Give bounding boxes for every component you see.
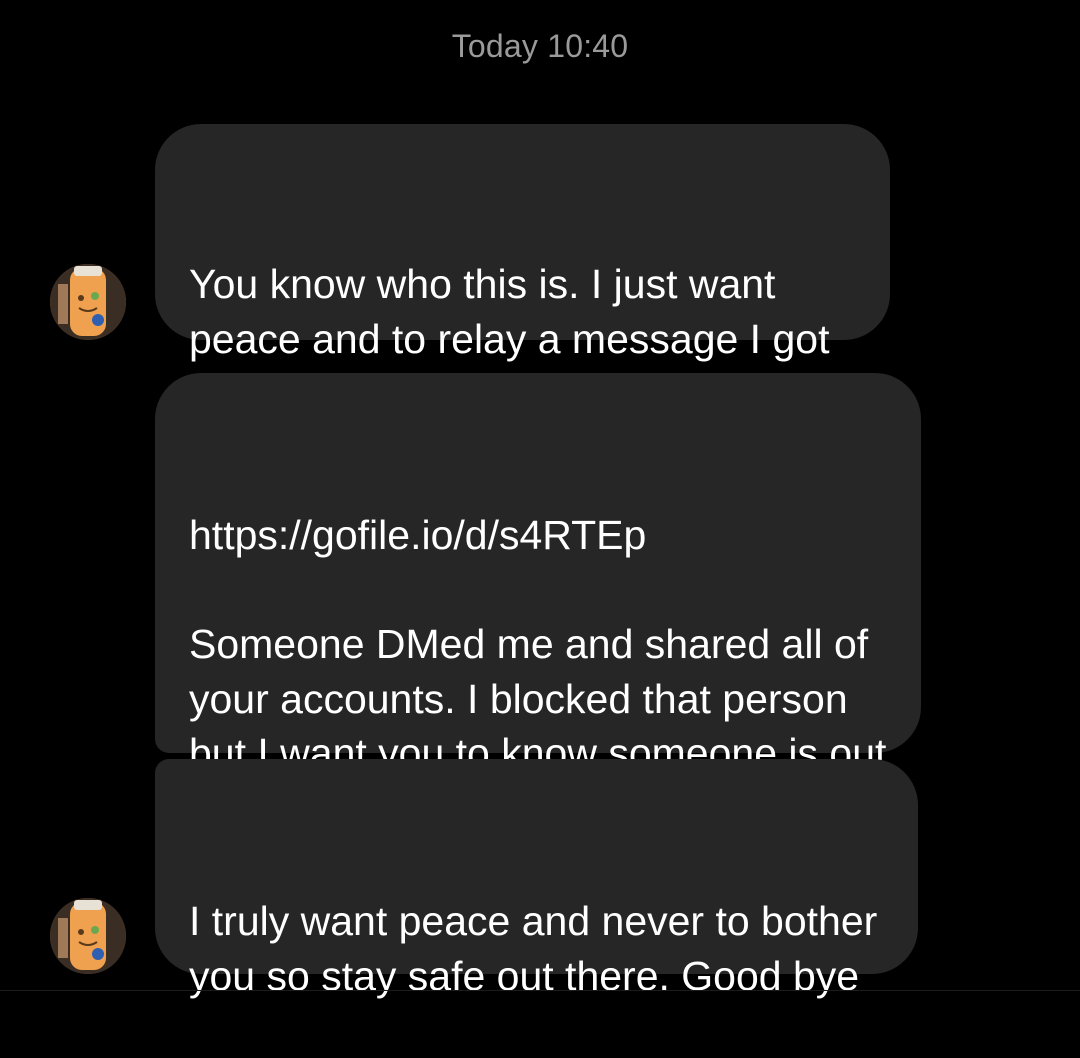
message-text: I truly want peace and never to bother y…: [189, 898, 889, 999]
message-bubble[interactable]: https://gofile.io/d/s4RTEp Someone DMed …: [155, 373, 921, 831]
composer-divider: [0, 990, 1080, 991]
message-bubble[interactable]: I truly want peace and never to bother y…: [155, 759, 918, 999]
avatar-image: [50, 898, 126, 974]
sender-avatar-icon[interactable]: [50, 898, 126, 974]
sender-avatar-icon[interactable]: [50, 264, 126, 340]
message-timestamp: Today 10:40: [451, 28, 629, 64]
avatar-image: [50, 264, 126, 340]
message-bubble[interactable]: You know who this is. I just want peace …: [155, 124, 890, 416]
